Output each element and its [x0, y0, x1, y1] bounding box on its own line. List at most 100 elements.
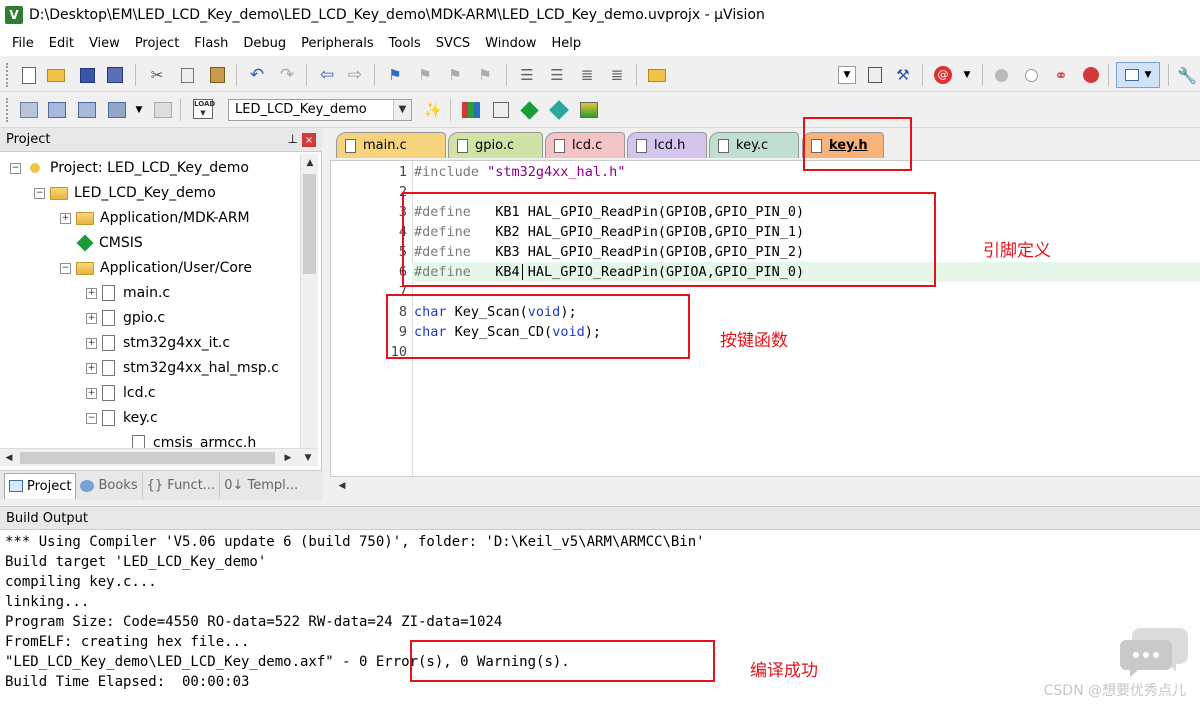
- expand-icon[interactable]: +: [86, 387, 97, 399]
- expand-icon[interactable]: +: [60, 212, 71, 224]
- uncomment-icon[interactable]: ≣: [606, 64, 628, 86]
- new-file-icon[interactable]: [18, 64, 40, 86]
- chevron-down-icon[interactable]: ▼: [393, 100, 411, 120]
- tab-project[interactable]: Project: [4, 472, 77, 499]
- manage-project-items-icon[interactable]: [460, 99, 482, 121]
- tree-node-header-file[interactable]: cmsis_armcc.h: [132, 431, 256, 448]
- manage-multi-project-icon[interactable]: [490, 99, 512, 121]
- unindent-icon[interactable]: ☰: [546, 64, 568, 86]
- navigate-back-icon[interactable]: ⇦: [316, 64, 338, 86]
- menu-view[interactable]: View: [83, 36, 126, 51]
- tab-books[interactable]: Books: [76, 472, 143, 499]
- next-bookmark-icon[interactable]: ⚑: [444, 64, 466, 86]
- menu-edit[interactable]: Edit: [43, 36, 80, 51]
- translate-icon[interactable]: [18, 99, 40, 121]
- close-icon[interactable]: ×: [302, 133, 316, 147]
- tab-lcd-c[interactable]: lcd.c: [545, 132, 625, 158]
- menu-window[interactable]: Window: [479, 36, 542, 51]
- clear-bookmarks-icon[interactable]: ⚑: [474, 64, 496, 86]
- navigate-forward-icon[interactable]: ⇨: [344, 64, 366, 86]
- prev-bookmark-icon[interactable]: ⚑: [414, 64, 436, 86]
- disable-breakpoints-icon[interactable]: ⚭: [1050, 64, 1072, 86]
- menu-peripherals[interactable]: Peripherals: [295, 36, 380, 51]
- find-in-files-icon[interactable]: [646, 64, 668, 86]
- menu-flash[interactable]: Flash: [188, 36, 234, 51]
- open-file-icon[interactable]: [45, 64, 67, 86]
- build-icon[interactable]: [46, 99, 68, 121]
- comment-icon[interactable]: ≣: [576, 64, 598, 86]
- tree-node-file[interactable]: + main.c: [86, 281, 170, 305]
- tree-horizontal-scrollbar[interactable]: ◀ ▶ ▼: [0, 448, 318, 466]
- tab-gpio-c[interactable]: gpio.c: [448, 132, 543, 158]
- toolbar-grip[interactable]: [6, 98, 10, 122]
- menu-file[interactable]: File: [6, 36, 40, 51]
- tree-node-cmsis[interactable]: CMSIS: [76, 231, 143, 255]
- copy-icon[interactable]: [176, 64, 198, 86]
- bookmark-icon[interactable]: ⚑: [384, 64, 406, 86]
- batch-build-icon[interactable]: [106, 99, 128, 121]
- tree-node-file[interactable]: − key.c: [86, 406, 158, 430]
- enable-breakpoint-icon[interactable]: [1020, 64, 1042, 86]
- menu-help[interactable]: Help: [545, 36, 587, 51]
- breakpoint-icon[interactable]: [990, 64, 1012, 86]
- expand-icon[interactable]: +: [86, 287, 97, 299]
- tab-key-c[interactable]: key.c: [709, 132, 799, 158]
- tab-functions[interactable]: {} Funct...: [143, 472, 221, 499]
- menu-project[interactable]: Project: [129, 36, 185, 51]
- scroll-down-icon[interactable]: ▼: [300, 450, 316, 466]
- tree-node-group-mdk-arm[interactable]: + Application/MDK-ARM: [60, 206, 250, 230]
- tree-node-file[interactable]: + gpio.c: [86, 306, 165, 330]
- tab-lcd-h[interactable]: lcd.h: [627, 132, 707, 158]
- window-layout-icon[interactable]: ▼: [1116, 62, 1160, 88]
- tree-node-target[interactable]: − LED_LCD_Key_demo: [34, 181, 216, 205]
- collapse-icon[interactable]: −: [10, 162, 21, 174]
- download-load-icon[interactable]: LOAD ▼: [192, 98, 215, 120]
- tab-main-c[interactable]: main.c: [336, 132, 446, 158]
- cut-icon[interactable]: ✂: [146, 64, 168, 86]
- select-software-packs-icon[interactable]: [548, 99, 570, 121]
- expand-icon[interactable]: +: [86, 362, 97, 374]
- find-combo-dropdown-icon[interactable]: ▼: [836, 64, 858, 86]
- menu-tools[interactable]: Tools: [383, 36, 427, 51]
- scroll-right-icon[interactable]: ▶: [280, 450, 296, 466]
- collapse-icon[interactable]: −: [86, 412, 97, 424]
- target-options-icon[interactable]: ✨: [422, 99, 444, 121]
- collapse-icon[interactable]: −: [60, 262, 71, 274]
- debug-session-icon[interactable]: @: [932, 64, 954, 86]
- undo-icon[interactable]: ↶: [246, 64, 268, 86]
- manage-run-time-environment-icon[interactable]: [518, 99, 540, 121]
- configure-icon[interactable]: 🔧: [1176, 64, 1198, 86]
- save-icon[interactable]: [76, 64, 98, 86]
- scroll-thumb[interactable]: [303, 174, 316, 274]
- toolbar-grip[interactable]: [6, 63, 10, 87]
- expand-icon[interactable]: +: [86, 337, 97, 349]
- redo-icon[interactable]: ↷: [276, 64, 298, 86]
- scroll-up-icon[interactable]: ▲: [302, 155, 318, 171]
- target-select[interactable]: LED_LCD_Key_demo ▼: [228, 99, 412, 121]
- expand-icon[interactable]: +: [86, 312, 97, 324]
- editor-horizontal-scrollbar[interactable]: ◀: [330, 476, 1200, 494]
- pack-installer-icon[interactable]: [578, 99, 600, 121]
- paste-icon[interactable]: [206, 64, 228, 86]
- tree-node-group-user-core[interactable]: − Application/User/Core: [60, 256, 252, 280]
- scroll-thumb[interactable]: [20, 452, 275, 464]
- scroll-left-icon[interactable]: ◀: [334, 478, 350, 494]
- tab-templates[interactable]: 0↓ Templ...: [220, 473, 302, 499]
- tree-vertical-scrollbar[interactable]: ▲: [300, 154, 318, 448]
- collapse-icon[interactable]: −: [34, 187, 45, 199]
- find-icon[interactable]: ⚒: [892, 64, 914, 86]
- kill-breakpoints-icon[interactable]: [1080, 64, 1102, 86]
- save-all-icon[interactable]: [104, 64, 126, 86]
- tree-node-file[interactable]: + stm32g4xx_hal_msp.c: [86, 356, 279, 380]
- debug-dropdown-icon[interactable]: ▼: [956, 64, 978, 86]
- stop-build-icon[interactable]: [152, 99, 174, 121]
- tree-node-file[interactable]: + stm32g4xx_it.c: [86, 331, 230, 355]
- pin-icon[interactable]: ⊥: [288, 132, 298, 146]
- indent-icon[interactable]: ☰: [516, 64, 538, 86]
- batch-build-dropdown-icon[interactable]: ▼: [128, 99, 150, 121]
- tree-node-file[interactable]: + lcd.c: [86, 381, 156, 405]
- menu-debug[interactable]: Debug: [237, 36, 292, 51]
- tree-node-project[interactable]: − Project: LED_LCD_Key_demo: [10, 156, 249, 180]
- scroll-left-icon[interactable]: ◀: [1, 450, 17, 466]
- rebuild-icon[interactable]: [76, 99, 98, 121]
